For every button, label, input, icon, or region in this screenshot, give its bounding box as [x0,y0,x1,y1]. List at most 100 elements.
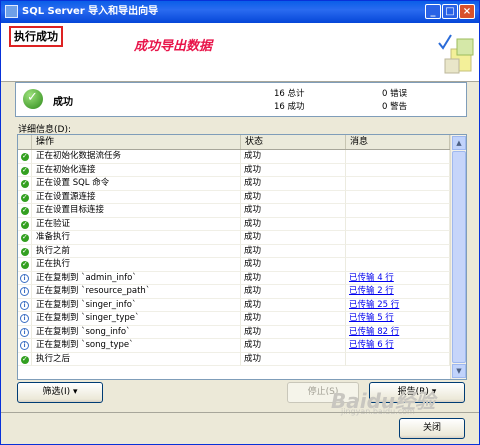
info-icon: i [20,287,29,296]
table-row[interactable]: 执行之前成功 [18,244,450,258]
status-cell: 成功 [241,204,346,218]
info-icon: i [20,273,29,283]
grid-rows: 正在初始化数据流任务成功正在初始化连接成功正在设置 SQL 命令成功正在设置源连… [18,150,450,366]
table-row[interactable]: i 正在复制到 `singer_info` 成功 已传输 25 行 [18,298,450,312]
table-row[interactable]: 正在初始化数据流任务成功 [18,150,450,164]
action-cell: 执行之前 [32,244,241,258]
success-icon [21,218,29,230]
message-link[interactable]: 已传输 25 行 [346,298,450,312]
row-icon-cell [18,352,32,366]
wizard-checkmark-icon [438,34,474,74]
scroll-up-arrow-icon[interactable]: ▲ [452,136,466,150]
table-row[interactable]: 准备执行成功 [18,231,450,245]
message-link [346,217,450,231]
action-cell: 正在复制到 `singer_info` [32,298,241,312]
table-row[interactable]: 正在设置目标连接成功 [18,204,450,218]
row-icon-cell [18,177,32,191]
info-icon: i [20,341,29,350]
action-cell: 正在复制到 `song_type` [32,339,241,353]
row-icon-cell: i [18,285,32,299]
total-count: 16 总计 [274,89,305,99]
status-cell: 成功 [241,271,346,285]
row-icon-cell [18,204,32,218]
row-icon-cell: i [18,298,32,312]
table-row[interactable]: i 正在复制到 `resource_path` 成功 已传输 2 行 [18,285,450,299]
status-cell: 成功 [241,325,346,339]
scroll-down-arrow-icon[interactable]: ▼ [452,364,466,378]
message-link [346,190,450,204]
success-icon [21,204,29,217]
action-cell: 准备执行 [32,231,241,245]
row-icon-cell: i [18,271,32,285]
summary-status: 成功 [53,97,73,108]
info-icon: i [20,300,29,310]
message-link[interactable]: 已传输 4 行 [346,271,450,285]
table-row[interactable]: 正在设置 SQL 命令成功 [18,177,450,191]
success-icon [21,258,29,271]
column-header-icon [18,135,32,149]
table-row[interactable]: i 正在复制到 `song_type` 成功 已传输 6 行 [18,339,450,353]
table-row[interactable]: 正在初始化连接成功 [18,163,450,177]
page-title: 执行成功 [9,26,63,47]
details-grid: 操作 状态 消息 正在初始化数据流任务成功正在初始化连接成功正在设置 SQL 命… [17,134,467,380]
message-link [346,163,450,177]
table-row[interactable]: 正在设置源连接成功 [18,190,450,204]
info-icon: i [20,314,29,323]
message-link [346,352,450,366]
maximize-button[interactable]: □ [442,4,458,19]
action-cell: 正在设置源连接 [32,190,241,204]
action-cell: 正在复制到 `singer_type` [32,312,241,326]
title-bar[interactable]: SQL Server 导入和导出向导 _ □ × [1,1,479,23]
message-link[interactable]: 已传输 82 行 [346,325,450,339]
column-header-message[interactable]: 消息 [346,135,450,149]
success-icon [21,231,29,244]
action-cell: 正在复制到 `resource_path` [32,285,241,299]
message-link[interactable]: 已传输 6 行 [346,339,450,353]
vertical-scrollbar[interactable]: ▲ ▼ [450,135,466,379]
action-cell: 正在初始化连接 [32,163,241,177]
status-cell: 成功 [241,285,346,299]
action-cell: 正在初始化数据流任务 [32,150,241,164]
status-cell: 成功 [241,298,346,312]
app-icon [5,5,18,18]
footer-divider [1,412,479,413]
table-row[interactable]: 正在验证成功 [18,217,450,231]
success-icon [21,177,29,190]
column-header-action[interactable]: 操作 [32,135,241,149]
status-cell: 成功 [241,150,346,164]
error-count: 0 错误 [382,89,408,99]
window-title: SQL Server 导入和导出向导 [22,6,159,17]
action-cell: 正在设置 SQL 命令 [32,177,241,191]
filter-button[interactable]: 筛选(I) ▾ [17,382,103,403]
row-icon-cell: i [18,339,32,353]
message-link[interactable]: 已传输 5 行 [346,312,450,326]
table-row[interactable]: 正在执行成功 [18,258,450,272]
row-icon-cell: i [18,312,32,326]
action-cell: 正在复制到 `song_info` [32,325,241,339]
message-link[interactable]: 已传输 2 行 [346,285,450,299]
close-window-button[interactable]: × [459,4,475,19]
action-cell: 执行之后 [32,352,241,366]
table-row[interactable]: i 正在复制到 `song_info` 成功 已传输 82 行 [18,325,450,339]
info-icon: i [20,327,29,337]
status-cell: 成功 [241,312,346,326]
success-icon [23,89,43,109]
row-icon-cell [18,163,32,177]
message-link [346,177,450,191]
table-row[interactable]: i 正在复制到 `singer_type` 成功 已传输 5 行 [18,312,450,326]
action-cell: 正在设置目标连接 [32,204,241,218]
wizard-header: 执行成功 成功导出数据 [1,23,479,82]
scroll-thumb[interactable] [452,151,466,363]
table-row[interactable]: i 正在复制到 `admin_info` 成功 已传输 4 行 [18,271,450,285]
minimize-button[interactable]: _ [425,4,441,19]
success-icon [21,164,29,176]
action-cell: 正在执行 [32,258,241,272]
message-link [346,258,450,272]
status-cell: 成功 [241,258,346,272]
status-cell: 成功 [241,339,346,353]
table-row[interactable]: 执行之后成功 [18,352,450,366]
column-header-status[interactable]: 状态 [241,135,346,149]
warning-count: 0 警告 [382,102,408,112]
close-button[interactable]: 关闭 [399,418,465,439]
status-cell: 成功 [241,352,346,366]
